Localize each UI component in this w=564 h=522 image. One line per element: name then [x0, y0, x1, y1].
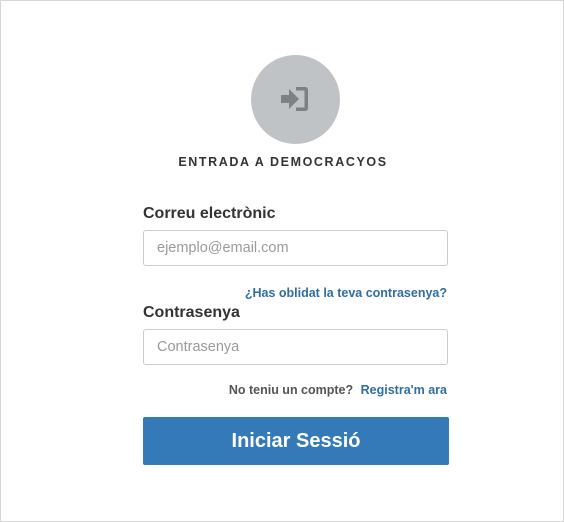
signup-link[interactable]: Registra'm ara — [361, 383, 447, 397]
app-logo — [251, 55, 340, 144]
signup-prompt-text: No teniu un compte? — [228, 383, 354, 397]
signup-prompt-row: No teniu un compte? Registra'm ara — [229, 383, 447, 397]
login-button[interactable]: Iniciar Sessió — [143, 417, 449, 465]
page-title: ENTRADA A DEMOCRACYOS — [178, 155, 388, 169]
sign-in-icon — [281, 87, 308, 111]
login-panel: ENTRADA A DEMOCRACYOS Correu electrònic … — [0, 0, 564, 522]
password-label: Contrasenya — [143, 304, 240, 321]
email-label: Correu electrònic — [143, 205, 276, 222]
password-field[interactable] — [143, 329, 448, 365]
email-field[interactable] — [143, 230, 448, 266]
forgot-password-link[interactable]: ¿Has oblidat la teva contrasenya? — [245, 286, 447, 300]
